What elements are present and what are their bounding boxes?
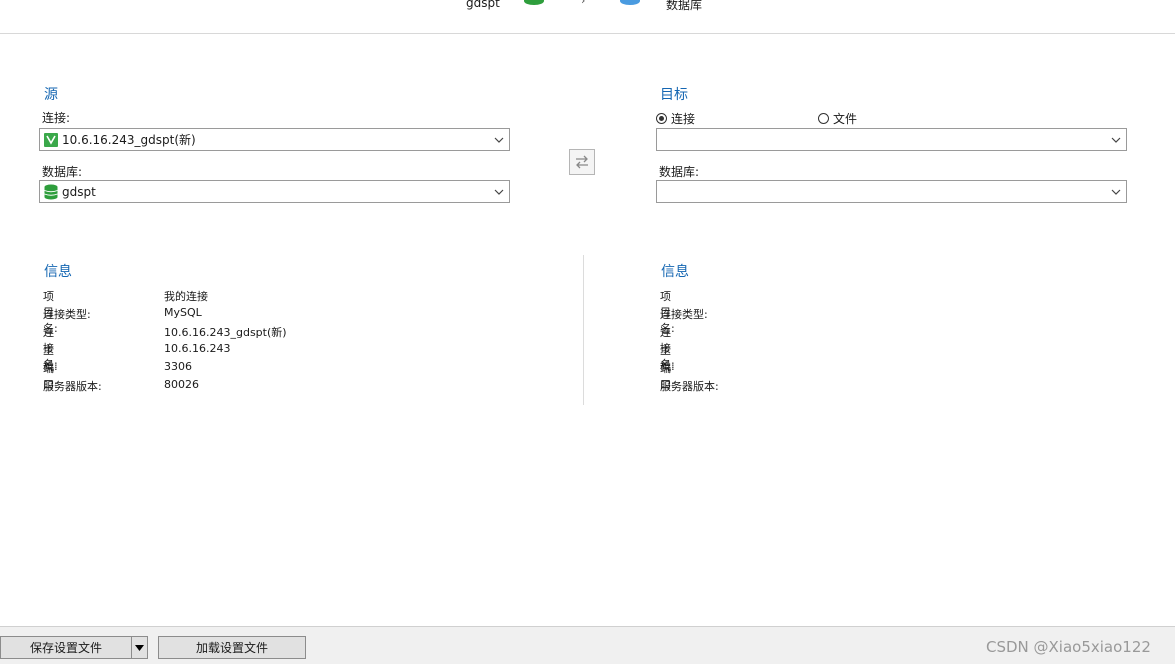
target-database-label: 数据库: (659, 165, 700, 179)
target-info-title: 信息 (661, 264, 689, 280)
database-icon (524, 0, 544, 5)
target-radio-connection[interactable]: 连接 (656, 110, 695, 127)
source-connection-value: 10.6.16.243_gdspt(新) (62, 133, 196, 147)
chevron-down-icon[interactable] (489, 129, 509, 150)
save-settings-label: 保存设置文件 (29, 641, 102, 655)
source-database-label: 数据库: (42, 165, 83, 179)
caret-down-icon (135, 644, 144, 651)
load-settings-label: 加载设置文件 (195, 641, 268, 655)
mysql-connection-icon (44, 132, 58, 147)
header-strip: gdspt › 数据库 (0, 0, 1175, 34)
target-connection-select[interactable] (656, 128, 1127, 151)
swap-button[interactable] (569, 149, 595, 175)
swap-icon (576, 155, 588, 169)
chevron-down-icon[interactable] (1106, 129, 1126, 150)
source-database-select[interactable]: gdspt (39, 180, 510, 203)
info-key: 服务器版本: (660, 380, 719, 393)
target-database-select[interactable] (656, 180, 1127, 203)
radio-unchecked-icon[interactable] (818, 113, 829, 124)
target-section-title: 目标 (660, 87, 688, 103)
target-radio-connection-label: 连接 (671, 112, 696, 126)
source-connection-label: 连接: (42, 111, 71, 125)
chevron-down-icon[interactable] (489, 181, 509, 202)
source-section-title: 源 (44, 87, 58, 103)
database-icon (620, 0, 640, 5)
source-info-title: 信息 (44, 264, 72, 280)
watermark: CSDN @Xiao5xiao122 (986, 638, 1151, 656)
header-target-type: 数据库 (666, 0, 703, 12)
target-radio-file-label: 文件 (833, 112, 858, 126)
info-value: 10.6.16.243_gdspt(新) (164, 326, 287, 339)
info-value: MySQL (164, 306, 202, 319)
info-key: 连接类型: (660, 308, 708, 321)
source-connection-select[interactable]: 10.6.16.243_gdspt(新) (39, 128, 510, 151)
load-settings-button[interactable]: 加载设置文件 (158, 636, 306, 659)
save-settings-button[interactable]: 保存设置文件 (0, 636, 132, 659)
radio-checked-icon[interactable] (656, 113, 667, 124)
info-value: 我的连接 (164, 290, 208, 303)
info-value: 80026 (164, 378, 199, 391)
info-key: 连接类型: (43, 308, 91, 321)
info-divider (583, 255, 584, 405)
info-value: 3306 (164, 360, 192, 373)
save-settings-dropdown[interactable] (131, 636, 148, 659)
info-key: 服务器版本: (43, 380, 102, 393)
source-database-value: gdspt (62, 184, 96, 199)
header-source-db: gdspt (466, 0, 500, 10)
target-radio-file[interactable]: 文件 (818, 110, 857, 127)
source-info-list: 项目名: 我的连接 连接类型: MySQL 连接名: 10.6.16.243_g… (43, 288, 443, 398)
arrow-icon: › (581, 0, 586, 7)
target-info-list: 项目名: 连接类型: 连接名: 主机: 端口: 服务器版本: (660, 288, 1060, 398)
chevron-down-icon[interactable] (1106, 181, 1126, 202)
info-value: 10.6.16.243 (164, 342, 231, 355)
database-icon (44, 184, 58, 199)
